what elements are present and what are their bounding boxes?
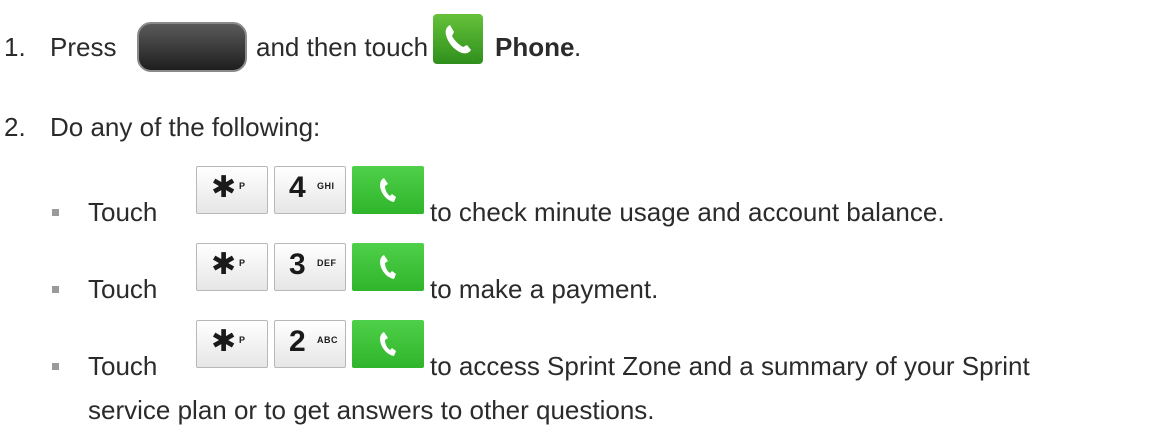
key-main-label: ✱	[211, 248, 237, 281]
bullet-marker	[52, 286, 59, 293]
key-main-label: 3	[289, 248, 306, 281]
key-sub-label: DEF	[317, 258, 337, 268]
step-1-app-name: Phone	[495, 32, 575, 62]
step-1-number: 1.	[4, 32, 26, 62]
bullet-3-text: to access Sprint Zone and a summary of y…	[430, 351, 1030, 381]
key-main-label: 2	[289, 325, 306, 358]
call-key-icon	[352, 243, 424, 291]
call-key-icon	[352, 320, 424, 368]
key-sub-label: P	[239, 335, 246, 345]
star-key-icon: ✱ P	[196, 243, 268, 291]
step-2-text: Do any of the following:	[50, 112, 321, 142]
bullet-3-text-continued: service plan or to get answers to other …	[88, 395, 655, 425]
key-main-label: 4	[289, 171, 306, 204]
bullet-1-prefix: Touch	[88, 197, 158, 227]
digit-3-key-icon: 3 DEF	[274, 243, 346, 291]
step-1-text-end: .	[574, 32, 582, 62]
key-sub-label: P	[239, 181, 246, 191]
digit-4-key-icon: 4 GHI	[274, 166, 346, 214]
key-main-label: ✱	[211, 171, 237, 204]
star-key-icon: ✱ P	[196, 166, 268, 214]
bullet-marker	[52, 363, 59, 370]
key-sub-label: ABC	[317, 335, 338, 345]
key-sub-label: GHI	[317, 181, 335, 191]
phone-app-icon	[433, 14, 483, 64]
bullet-marker	[52, 209, 59, 216]
home-button-icon	[137, 22, 247, 72]
bullet-2-text: to make a payment.	[430, 274, 659, 304]
step-1-text-middle: and then touch	[256, 32, 429, 62]
key-sub-label: P	[239, 258, 246, 268]
step-2-number: 2.	[4, 112, 26, 142]
call-key-icon	[352, 166, 424, 214]
bullet-2-prefix: Touch	[88, 274, 158, 304]
star-key-icon: ✱ P	[196, 320, 268, 368]
bullet-3-prefix: Touch	[88, 351, 158, 381]
key-main-label: ✱	[211, 325, 237, 358]
bullet-1-text: to check minute usage and account balanc…	[430, 197, 945, 227]
step-1-text-before: Press	[50, 32, 117, 62]
digit-2-key-icon: 2 ABC	[274, 320, 346, 368]
